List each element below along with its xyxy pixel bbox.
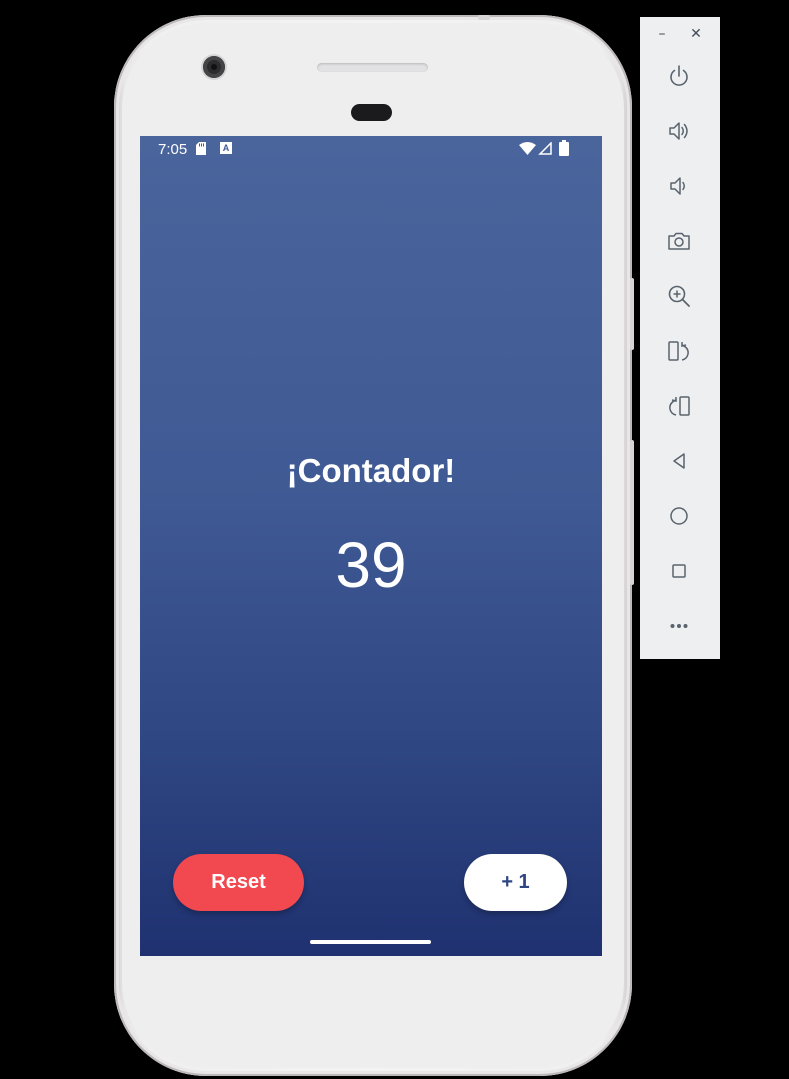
home-indicator[interactable] [310,940,431,944]
overview-icon [672,564,686,578]
wifi-icon [519,142,536,155]
earpiece-speaker [317,63,428,72]
front-camera [203,56,225,78]
volume-up-button[interactable] [664,116,694,146]
increment-button[interactable]: + 1 [464,854,567,911]
sd-card-icon [196,142,206,155]
more-icon [670,624,688,628]
proximity-sensor [351,104,392,121]
more-button[interactable] [664,611,694,641]
rotate-left-icon [668,341,689,361]
status-time: 7:05 [158,141,188,158]
home-icon [670,507,688,525]
camera-icon [668,232,690,250]
battery-icon [559,140,569,156]
overview-button[interactable] [664,556,694,586]
minimize-button[interactable]: – [653,25,671,43]
rotate-right-button[interactable] [664,391,694,421]
home-button[interactable] [664,501,694,531]
side-volume-button [630,440,634,585]
volume-down-button[interactable] [664,171,694,201]
notification-a-icon: A [220,142,232,154]
volume-up-icon [669,122,688,140]
cell-signal-icon [538,142,552,155]
close-button[interactable]: ✕ [687,25,705,43]
power-button[interactable] [664,61,694,91]
zoom-button[interactable] [664,281,694,311]
screenshot-button[interactable] [664,226,694,256]
emulator-toolbar: – ✕ [640,17,720,659]
page-title: ¡Contador! [286,452,456,489]
rotate-right-icon [669,396,690,416]
status-bar: 7:05 A [140,136,602,162]
emulator-window: 7:05 A ¡Contador! 39 Reset + 1 – ✕ [0,0,789,1079]
back-icon [673,453,685,469]
back-button[interactable] [664,446,694,476]
rotate-left-button[interactable] [664,336,694,366]
top-button [478,15,490,20]
counter-value: 39 [335,529,407,601]
app-screen: 7:05 A ¡Contador! 39 Reset + 1 [140,136,602,956]
power-icon [670,65,688,86]
reset-button[interactable]: Reset [173,854,304,911]
volume-down-icon [670,177,685,195]
zoom-in-icon [668,285,690,307]
side-power-button [630,278,634,350]
